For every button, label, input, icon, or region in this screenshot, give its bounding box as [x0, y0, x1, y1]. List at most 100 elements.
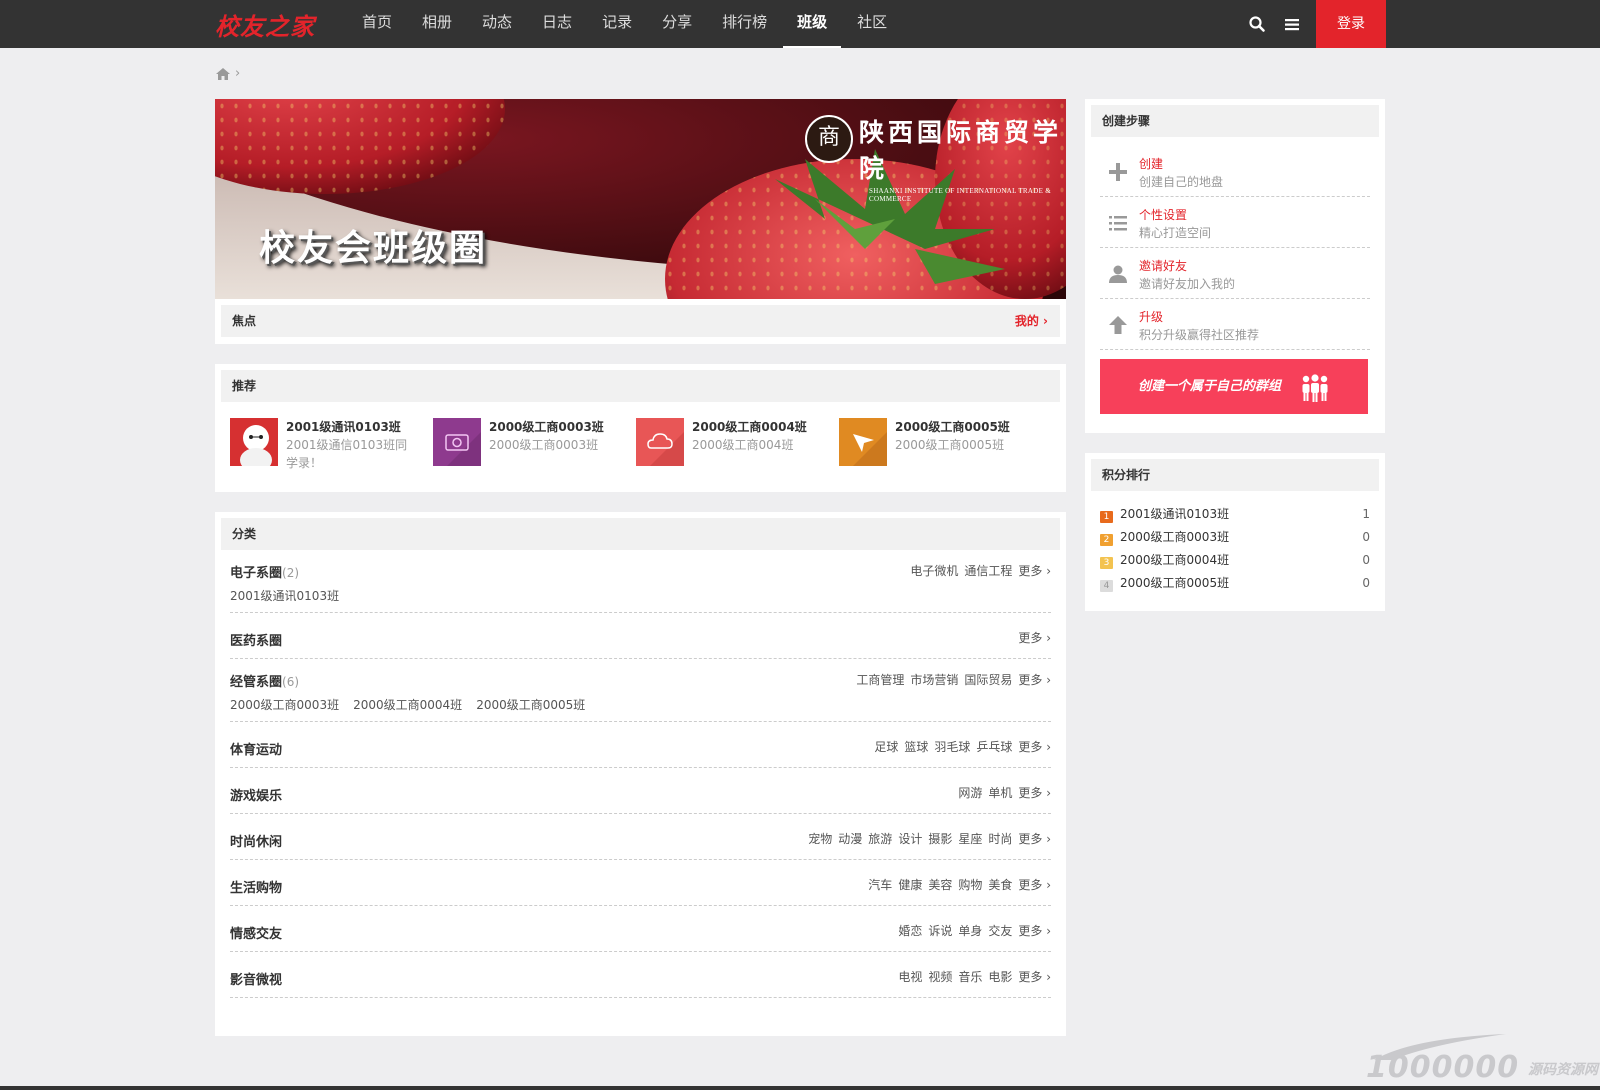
category-tag[interactable]: 乒乓球 [976, 740, 1012, 754]
category-tag[interactable]: 电视 [898, 970, 922, 984]
recommend-item[interactable]: 2000级工商0004班 2000级工商004班 [636, 418, 839, 472]
step-item[interactable]: 邀请好友 邀请好友加入我的 [1100, 248, 1370, 299]
category-tag[interactable]: 动漫 [838, 832, 862, 846]
category-name[interactable]: 电子系圈(2) [230, 562, 299, 581]
category-more-link[interactable]: 更多 › [1018, 631, 1051, 645]
nav-item-6[interactable]: 排行榜 [708, 0, 781, 48]
category-tag[interactable]: 电影 [988, 970, 1012, 984]
category-tag[interactable]: 交友 [988, 924, 1012, 938]
nav-item-2[interactable]: 动态 [468, 0, 526, 48]
step-item[interactable]: 个性设置 精心打造空间 [1100, 197, 1370, 248]
category-more-link[interactable]: 更多 › [1018, 924, 1051, 938]
category-name[interactable]: 时尚休闲 [230, 831, 282, 850]
rank-row[interactable]: 3 2000级工商0004班 0 [1100, 549, 1370, 572]
step-title[interactable]: 个性设置 [1139, 206, 1187, 223]
rank-row[interactable]: 4 2000级工商0005班 0 [1100, 572, 1370, 595]
category-name[interactable]: 医药系圈 [230, 630, 282, 649]
recommend-title[interactable]: 2000级工商0005班 [895, 418, 1027, 436]
category-tag[interactable]: 美食 [988, 878, 1012, 892]
category-tag[interactable]: 诉说 [928, 924, 952, 938]
category-more-link[interactable]: 更多 › [1018, 740, 1051, 754]
category-tag[interactable]: 网游 [958, 786, 982, 800]
step-title[interactable]: 升级 [1139, 308, 1163, 325]
category-tag[interactable]: 婚恋 [898, 924, 922, 938]
category-group-link[interactable]: 2001级通讯0103班 [230, 589, 339, 603]
category-more-link[interactable]: 更多 › [1018, 673, 1051, 687]
step-item[interactable]: 创建 创建自己的地盘 [1100, 146, 1370, 197]
category-tag[interactable]: 视频 [928, 970, 952, 984]
recommend-item[interactable]: 2001级通讯0103班 2001级通信0103班同学录！ [230, 418, 433, 472]
category-tag[interactable]: 国际贸易 [964, 673, 1012, 687]
nav-item-4[interactable]: 记录 [588, 0, 646, 48]
category-group-link[interactable]: 2000级工商0005班 [476, 698, 585, 712]
category-tag[interactable]: 宠物 [808, 832, 832, 846]
my-link[interactable]: 我的 › [1015, 305, 1048, 337]
camera-icon[interactable] [433, 418, 481, 466]
create-group-button[interactable]: 创建一个属于自己的群组 [1100, 359, 1368, 414]
category-tag[interactable]: 单身 [958, 924, 982, 938]
category-name[interactable]: 游戏娱乐 [230, 785, 282, 804]
nav-item-8[interactable]: 社区 [843, 0, 901, 48]
category-name[interactable]: 生活购物 [230, 877, 282, 896]
rank-name[interactable]: 2000级工商0004班 [1120, 553, 1229, 567]
nav-item-3[interactable]: 日志 [528, 0, 586, 48]
rank-name[interactable]: 2000级工商0003班 [1120, 530, 1229, 544]
category-tag[interactable]: 星座 [958, 832, 982, 846]
rank-row[interactable]: 2 2000级工商0003班 0 [1100, 526, 1370, 549]
banner[interactable]: 校友会班级圈 商 陕西国际商贸学院 SHAANXI INSTITUTE OF I… [215, 99, 1066, 299]
category-tag[interactable]: 篮球 [904, 740, 928, 754]
step-title[interactable]: 创建 [1139, 155, 1163, 172]
category-tag[interactable]: 摄影 [928, 832, 952, 846]
rank-row[interactable]: 1 2001级通讯0103班 1 [1100, 503, 1370, 526]
category-group-link[interactable]: 2000级工商0003班 [230, 698, 339, 712]
avatar-robot-icon[interactable] [230, 418, 278, 466]
login-button[interactable]: 登录 [1316, 0, 1386, 48]
category-tag[interactable]: 时尚 [988, 832, 1012, 846]
cloud-icon[interactable] [636, 418, 684, 466]
category-more-link[interactable]: 更多 › [1018, 878, 1051, 892]
recommend-item[interactable]: 2000级工商0003班 2000级工商0003班 [433, 418, 636, 472]
category-more-link[interactable]: 更多 › [1018, 970, 1051, 984]
category-name[interactable]: 体育运动 [230, 739, 282, 758]
category-tag[interactable]: 羽毛球 [934, 740, 970, 754]
recommend-title[interactable]: 2000级工商0004班 [692, 418, 824, 436]
rank-name[interactable]: 2001级通讯0103班 [1120, 507, 1229, 521]
category-tag[interactable]: 汽车 [868, 878, 892, 892]
recommend-title[interactable]: 2000级工商0003班 [489, 418, 621, 436]
category-more-link[interactable]: 更多 › [1018, 564, 1051, 578]
category-name[interactable]: 影音微视 [230, 969, 282, 988]
recommend-title[interactable]: 2001级通讯0103班 [286, 418, 418, 436]
category-tag[interactable]: 设计 [898, 832, 922, 846]
category-tag[interactable]: 单机 [988, 786, 1012, 800]
category-more-link[interactable]: 更多 › [1018, 832, 1051, 846]
category-name-text: 经管系圈 [230, 675, 283, 690]
search-icon[interactable] [1248, 15, 1266, 33]
nav-item-1[interactable]: 相册 [408, 0, 466, 48]
category-tag[interactable]: 旅游 [868, 832, 892, 846]
category-tag[interactable]: 市场营销 [910, 673, 958, 687]
category-group-link[interactable]: 2000级工商0004班 [353, 698, 462, 712]
step-item[interactable]: 升级 积分升级赢得社区推荐 [1100, 299, 1370, 350]
category-tag[interactable]: 足球 [874, 740, 898, 754]
rank-name[interactable]: 2000级工商0005班 [1120, 576, 1229, 590]
category-tag[interactable]: 通信工程 [964, 564, 1012, 578]
send-icon[interactable] [839, 418, 887, 466]
menu-icon[interactable] [1283, 15, 1301, 33]
nav-item-0[interactable]: 首页 [348, 0, 406, 48]
category-tag[interactable]: 美容 [928, 878, 952, 892]
category-name[interactable]: 情感交友 [230, 923, 282, 942]
nav-item-5[interactable]: 分享 [648, 0, 706, 48]
category-tag[interactable]: 工商管理 [856, 673, 904, 687]
category-tag[interactable]: 健康 [898, 878, 922, 892]
category-tag[interactable]: 购物 [958, 878, 982, 892]
home-icon[interactable] [215, 67, 231, 81]
site-logo[interactable]: 校友之家 [215, 7, 315, 42]
recommend-list: 2001级通讯0103班 2001级通信0103班同学录！ 2000级工商0003班… [221, 402, 1060, 472]
category-name[interactable]: 经管系圈(6) [230, 671, 299, 690]
recommend-item[interactable]: 2000级工商0005班 2000级工商0005班 [839, 418, 1042, 472]
category-tag[interactable]: 音乐 [958, 970, 982, 984]
nav-item-7[interactable]: 班级 [783, 0, 842, 48]
category-tag[interactable]: 电子微机 [910, 564, 958, 578]
step-title[interactable]: 邀请好友 [1139, 257, 1187, 274]
category-more-link[interactable]: 更多 › [1018, 786, 1051, 800]
